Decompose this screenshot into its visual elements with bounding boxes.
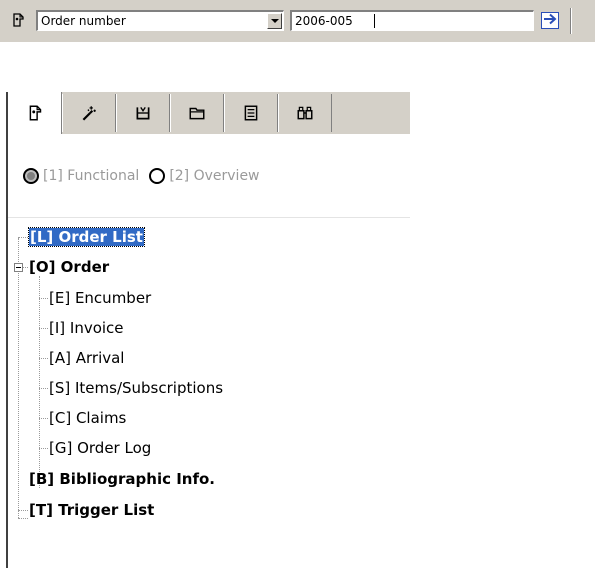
tree-item-order-log[interactable]: [G] Order Log	[49, 438, 151, 458]
tree-item-bibliographic-info[interactable]: [B] Bibliographic Info.	[29, 469, 215, 489]
search-field-select[interactable]: Order number	[36, 10, 284, 31]
view-options: [1] Functional [2] Overview	[23, 166, 270, 186]
tab-order[interactable]	[8, 92, 62, 134]
tab-strip	[8, 92, 410, 134]
toolbar-separator	[570, 8, 572, 34]
tree-item-order-list[interactable]: [L] Order List	[28, 227, 145, 247]
order-tag-icon	[10, 11, 28, 29]
tab-list[interactable]	[224, 94, 278, 132]
tab-wizard[interactable]	[62, 94, 116, 132]
tree-item-claims[interactable]: [C] Claims	[49, 408, 126, 428]
tree-item-items-subscriptions[interactable]: [S] Items/Subscriptions	[49, 378, 223, 398]
tree-connector	[18, 237, 28, 238]
radio-overview-label[interactable]: [2] Overview	[169, 168, 259, 184]
tree-connector	[18, 518, 28, 519]
tab-folder[interactable]	[170, 94, 224, 132]
tree-child-line	[39, 276, 40, 488]
search-toolbar: Order number	[0, 0, 595, 42]
search-field-value: Order number	[41, 14, 126, 28]
tree-connector	[39, 448, 48, 449]
list-icon	[241, 103, 261, 123]
tree-item-arrival[interactable]: [A] Arrival	[49, 348, 124, 368]
tree-collapse-toggle[interactable]	[14, 263, 23, 272]
box-icon	[133, 103, 153, 123]
radio-overview[interactable]	[149, 168, 166, 184]
tree-connector	[23, 267, 28, 268]
go-button[interactable]	[539, 10, 561, 31]
tree-root-line	[18, 238, 19, 518]
chevron-down-icon[interactable]	[267, 13, 282, 29]
tree-connector	[39, 328, 48, 329]
arrow-right-icon	[543, 13, 557, 29]
tree-connector	[39, 358, 48, 359]
tree-connector	[18, 510, 28, 511]
order-tag-icon	[26, 103, 46, 123]
radio-functional[interactable]	[23, 168, 39, 184]
text-caret	[374, 14, 375, 28]
tab-box[interactable]	[116, 94, 170, 132]
tree-connector	[39, 418, 48, 419]
binoculars-icon	[295, 103, 315, 123]
tree-connector	[39, 298, 48, 299]
folder-icon	[187, 103, 207, 123]
search-input[interactable]	[290, 10, 534, 31]
tree-connector	[39, 388, 48, 389]
tree-item-encumber[interactable]: [E] Encumber	[49, 288, 151, 308]
tree-item-invoice[interactable]: [I] Invoice	[49, 318, 124, 338]
tree-item-trigger-list[interactable]: [T] Trigger List	[29, 500, 154, 520]
radio-functional-label[interactable]: [1] Functional	[43, 168, 139, 184]
navigation-panel: [1] Functional [2] Overview [L] Order Li…	[6, 92, 410, 568]
tree-item-order[interactable]: [O] Order	[29, 257, 109, 277]
divider	[8, 217, 410, 218]
tab-search[interactable]	[278, 94, 332, 132]
wand-icon	[79, 103, 99, 123]
